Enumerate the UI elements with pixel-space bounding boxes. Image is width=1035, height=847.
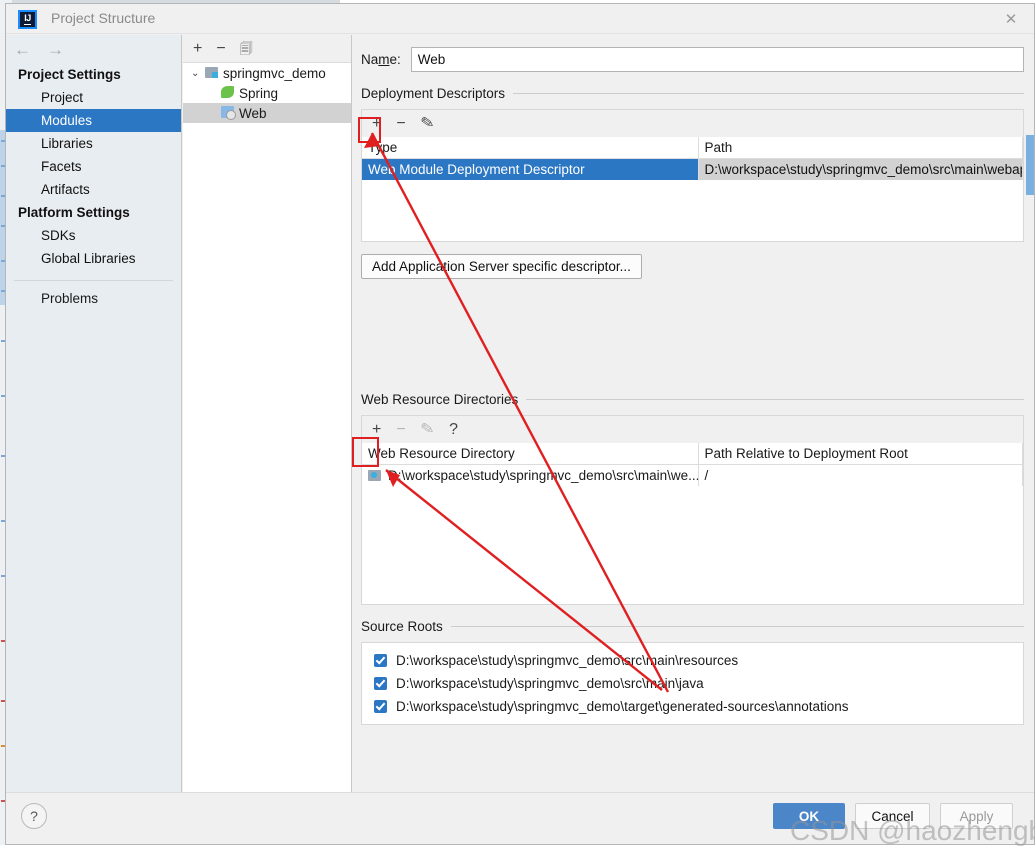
add-module-icon[interactable]: + bbox=[193, 40, 202, 57]
source-roots-header: Source Roots bbox=[361, 619, 1024, 634]
header-rule bbox=[450, 626, 1024, 627]
sidebar-item-modules[interactable]: Modules bbox=[6, 109, 181, 132]
source-root-path: D:\workspace\study\springmvc_demo\src\ma… bbox=[396, 676, 704, 691]
source-roots-list: D:\workspace\study\springmvc_demo\src\ma… bbox=[361, 642, 1024, 725]
sidebar-item-libraries[interactable]: Libraries bbox=[6, 132, 181, 155]
web-resource-directories-title: Web Resource Directories bbox=[361, 392, 519, 407]
deployment-descriptors-group: Deployment Descriptors bbox=[361, 86, 1024, 101]
sidebar-item-problems[interactable]: Problems bbox=[6, 281, 181, 310]
table-header-row: Web Resource Directory Path Relative to … bbox=[362, 443, 1023, 465]
column-header-type[interactable]: Type bbox=[362, 137, 699, 159]
web-resource-directories-group: Web Resource Directories bbox=[361, 392, 1024, 407]
remove-web-resource-icon: − bbox=[396, 420, 406, 438]
module-tree-toolbar: + − 🗐 bbox=[183, 35, 351, 63]
web-facet-icon bbox=[221, 105, 239, 121]
sidebar-item-artifacts[interactable]: Artifacts bbox=[6, 178, 181, 201]
header-rule bbox=[513, 93, 1024, 94]
directory-icon bbox=[368, 470, 381, 481]
module-tree-panel: + − 🗐 ⌄ springmvc_demo Spring Web bbox=[183, 35, 352, 792]
logo-text: IJ bbox=[24, 13, 31, 25]
column-header-path[interactable]: Path bbox=[698, 137, 1023, 159]
close-icon[interactable]: ✕ bbox=[988, 4, 1034, 33]
remove-descriptor-icon[interactable]: − bbox=[396, 115, 405, 132]
tree-node-label: Web bbox=[239, 105, 267, 121]
deployment-descriptors-table: Type Path Web Module Deployment Descript… bbox=[361, 137, 1024, 242]
source-root-checkbox[interactable] bbox=[374, 654, 387, 667]
tree-node-label: Spring bbox=[239, 85, 279, 101]
sidebar-navigation: ← → bbox=[6, 35, 181, 63]
name-row: Name: Web bbox=[361, 47, 1024, 72]
source-roots-title: Source Roots bbox=[361, 619, 443, 634]
deployment-descriptors-header: Deployment Descriptors bbox=[361, 86, 1024, 101]
column-header-path-relative[interactable]: Path Relative to Deployment Root bbox=[698, 443, 1023, 465]
module-settings-pane: Name: Web Deployment Descriptors + − ✎ T… bbox=[353, 35, 1034, 792]
tree-node-springmvc-demo[interactable]: ⌄ springmvc_demo bbox=[183, 63, 351, 83]
tree-node-label: springmvc_demo bbox=[223, 65, 326, 81]
cell-type: Web Module Deployment Descriptor bbox=[362, 158, 699, 180]
name-input[interactable]: Web bbox=[410, 47, 1024, 72]
tree-node-web[interactable]: Web bbox=[183, 103, 351, 123]
help-button[interactable]: ? bbox=[21, 803, 47, 829]
window-title: Project Structure bbox=[51, 10, 156, 26]
sidebar-item-facets[interactable]: Facets bbox=[6, 155, 181, 178]
help-web-resource-icon[interactable]: ? bbox=[449, 421, 458, 438]
sidebar-item-global-libraries[interactable]: Global Libraries bbox=[6, 247, 181, 270]
chevron-down-icon[interactable]: ⌄ bbox=[191, 68, 205, 79]
tree-node-spring[interactable]: Spring bbox=[183, 83, 351, 103]
annotation-box-add-descriptor bbox=[358, 117, 381, 143]
web-resource-directories-header: Web Resource Directories bbox=[361, 392, 1024, 407]
source-roots-group: Source Roots bbox=[361, 619, 1024, 634]
cell-directory-text: D:\workspace\study\springmvc_demo\src\ma… bbox=[388, 468, 698, 483]
source-root-path: D:\workspace\study\springmvc_demo\src\ma… bbox=[396, 653, 739, 668]
remove-module-icon[interactable]: − bbox=[216, 40, 225, 57]
add-application-server-descriptor-button[interactable]: Add Application Server specific descript… bbox=[361, 254, 642, 279]
header-rule bbox=[526, 399, 1024, 400]
table-row[interactable]: D:\workspace\study\springmvc_demo\src\ma… bbox=[362, 464, 1023, 486]
cell-path: D:\workspace\study\springmvc_demo\src\ma… bbox=[698, 158, 1023, 180]
list-item[interactable]: D:\workspace\study\springmvc_demo\src\ma… bbox=[362, 672, 1023, 695]
name-label: Name: bbox=[361, 52, 401, 67]
edit-descriptor-icon[interactable]: ✎ bbox=[419, 113, 435, 132]
list-item[interactable]: D:\workspace\study\springmvc_demo\src\ma… bbox=[362, 649, 1023, 672]
forward-arrow-icon[interactable]: → bbox=[47, 41, 64, 58]
intellij-logo-icon: IJ bbox=[18, 10, 37, 29]
sidebar-item-project[interactable]: Project bbox=[6, 86, 181, 109]
folder-module-icon bbox=[205, 66, 223, 81]
deployment-descriptors-toolbar: + − ✎ bbox=[361, 109, 1024, 137]
edit-web-resource-icon: ✎ bbox=[419, 419, 436, 439]
csdn-watermark: CSDN @haozhengblack bbox=[790, 815, 1035, 846]
source-root-checkbox[interactable] bbox=[374, 700, 387, 713]
web-resource-directories-table: Web Resource Directory Path Relative to … bbox=[361, 443, 1024, 605]
cell-web-resource-directory: D:\workspace\study\springmvc_demo\src\ma… bbox=[362, 464, 699, 486]
column-header-web-resource-directory[interactable]: Web Resource Directory bbox=[362, 443, 699, 465]
sidebar-item-sdks[interactable]: SDKs bbox=[6, 224, 181, 247]
sidebar-heading-platform-settings: Platform Settings bbox=[18, 205, 130, 220]
back-arrow-icon[interactable]: ← bbox=[14, 41, 31, 58]
sidebar-heading-project-settings: Project Settings bbox=[18, 67, 121, 82]
title-bar: IJ Project Structure ✕ bbox=[6, 4, 1034, 34]
list-item[interactable]: D:\workspace\study\springmvc_demo\target… bbox=[362, 695, 1023, 718]
cell-relative-path: / bbox=[698, 464, 1023, 486]
project-structure-dialog: IJ Project Structure ✕ ← → Project Setti… bbox=[5, 3, 1035, 845]
add-web-resource-icon[interactable]: + bbox=[372, 421, 381, 438]
deployment-descriptors-title: Deployment Descriptors bbox=[361, 86, 506, 101]
settings-sidebar: ← → Project Settings Project Modules Lib… bbox=[6, 35, 182, 792]
copy-module-icon[interactable]: 🗐 bbox=[240, 41, 253, 57]
annotation-box-add-web-resource bbox=[352, 437, 379, 467]
spring-leaf-icon bbox=[221, 85, 239, 101]
vertical-scrollbar-thumb[interactable] bbox=[1026, 135, 1034, 195]
source-root-path: D:\workspace\study\springmvc_demo\target… bbox=[396, 699, 849, 714]
table-row[interactable]: Web Module Deployment Descriptor D:\work… bbox=[362, 158, 1023, 180]
table-header-row: Type Path bbox=[362, 137, 1023, 159]
web-resource-directories-toolbar: + − ✎ ? bbox=[361, 415, 1024, 443]
source-root-checkbox[interactable] bbox=[374, 677, 387, 690]
